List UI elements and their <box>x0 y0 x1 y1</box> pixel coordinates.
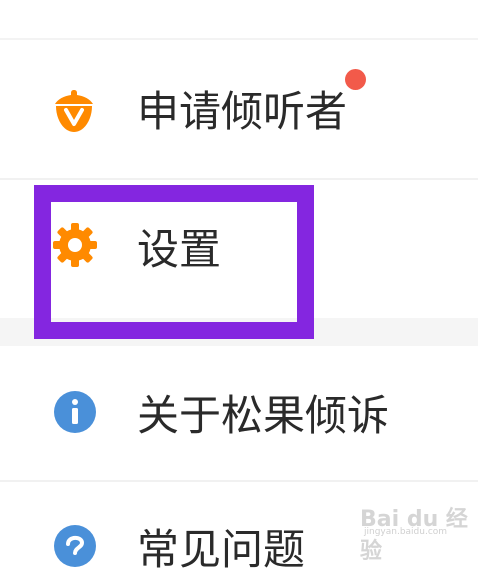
info-icon <box>53 390 97 434</box>
menu-item-settings[interactable]: 设置 <box>0 180 478 318</box>
help-icon <box>53 524 97 568</box>
menu-item-label: 常见问题 <box>137 525 306 574</box>
menu-item-label: 关于松果倾诉 <box>137 391 390 440</box>
menu-item-label: 申请倾听者 <box>137 87 348 136</box>
section-separator <box>0 318 478 346</box>
acorn-v-icon <box>51 88 97 134</box>
gear-icon <box>52 222 98 268</box>
menu-item-label: 设置 <box>137 225 222 274</box>
menu-item-about[interactable]: 关于松果倾诉 <box>0 346 478 480</box>
watermark-logo: Bai du 经验 jingyan.baidu.com <box>360 493 470 564</box>
watermark-sub-text: jingyan.baidu.com <box>364 527 448 537</box>
menu-item-apply-listener[interactable]: 申请倾听者 <box>0 40 478 178</box>
notification-badge <box>345 69 366 90</box>
